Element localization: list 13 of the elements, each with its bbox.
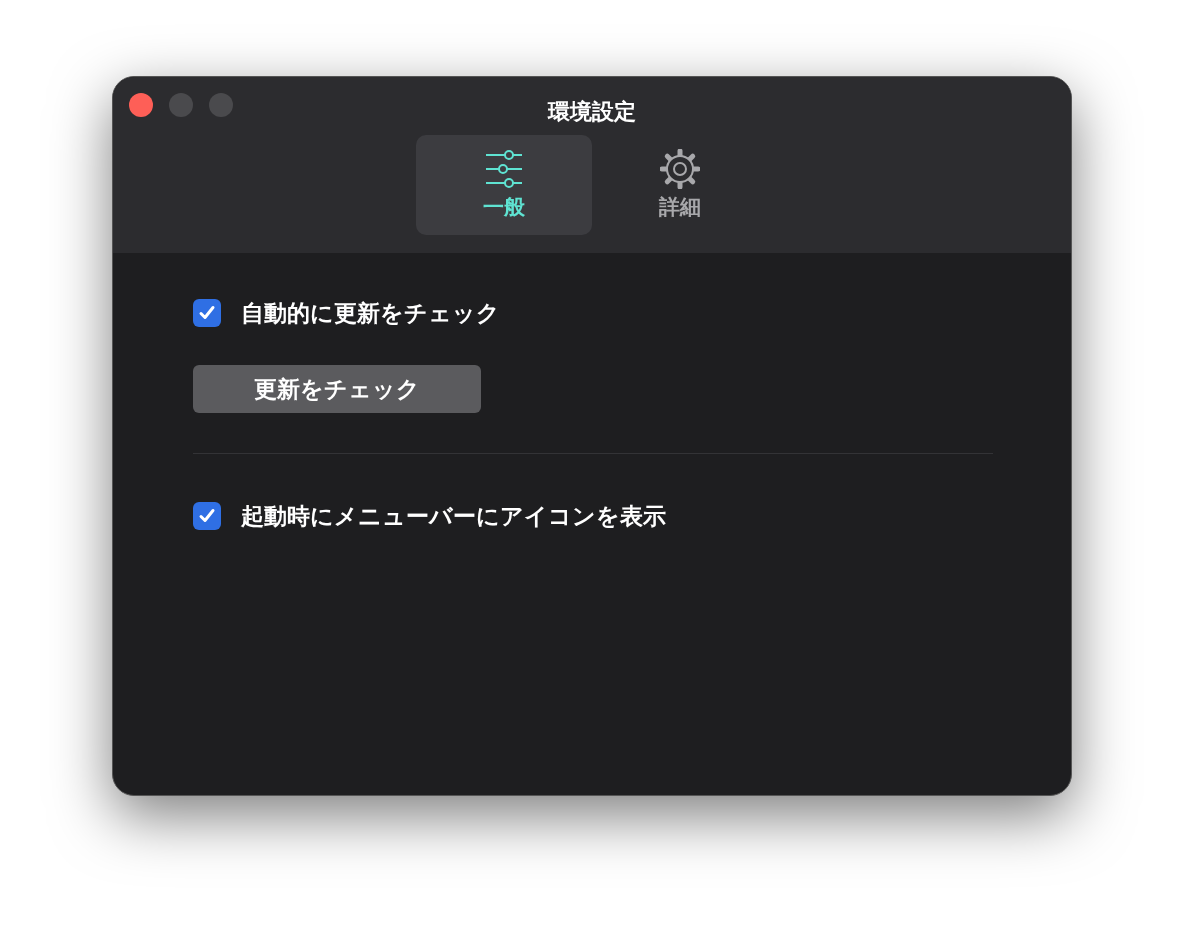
checkmark-icon [198,304,216,322]
tab[interactable]: 一般 [416,135,592,235]
checkmark-icon [198,507,216,525]
gear-icon [660,149,700,189]
tab[interactable]: 詳細 [592,135,768,235]
checkbox[interactable] [193,299,221,327]
checkbox-label: 自動的に更新をチェック [241,298,500,328]
check-updates-button[interactable]: 更新をチェック [193,365,481,413]
checkbox[interactable] [193,502,221,530]
close-button[interactable] [129,93,153,117]
sliders-icon [484,149,524,189]
window-title: 環境設定 [548,98,636,126]
checkbox-label: 起動時にメニューバーにアイコンを表示 [241,501,666,531]
